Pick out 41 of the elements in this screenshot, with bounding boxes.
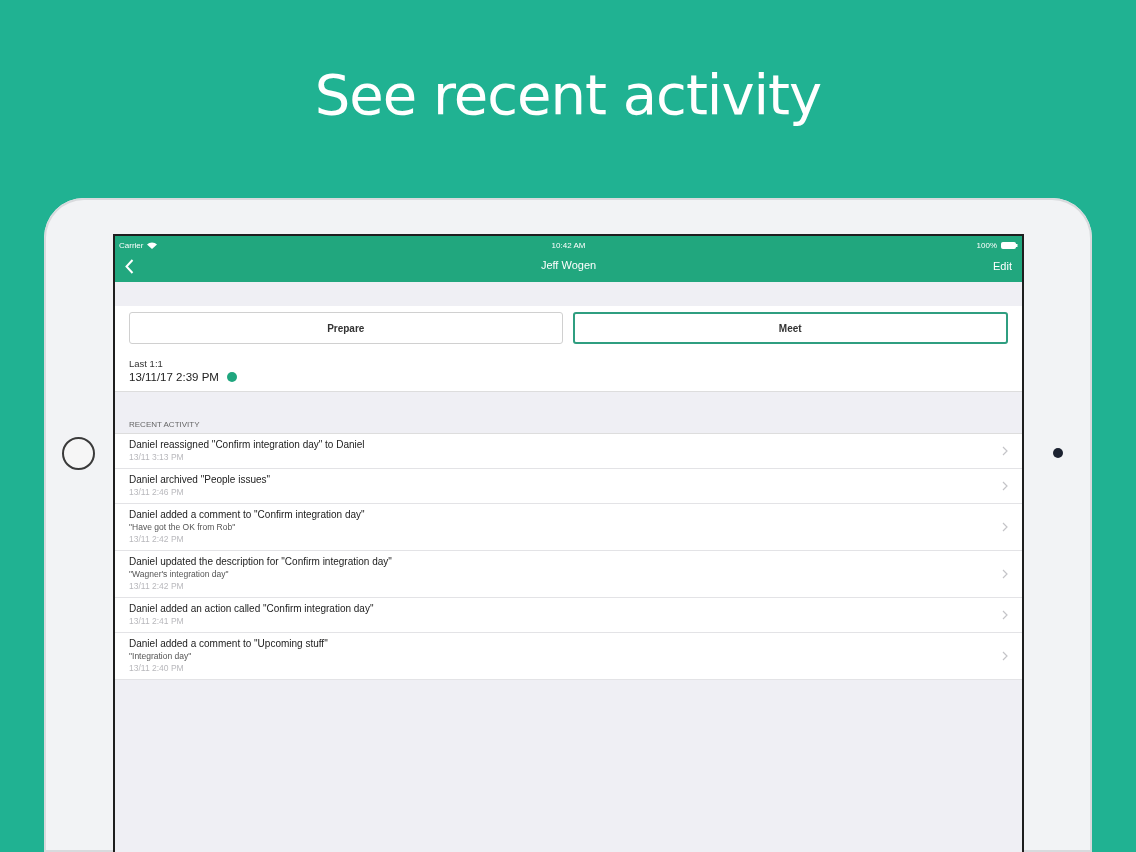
activity-time: 13/11 2:42 PM (129, 534, 185, 544)
battery-percent: 100% (976, 240, 997, 250)
activity-detail: "Wagner's integration day" (129, 569, 230, 579)
segment-tab[interactable]: Prepare (129, 312, 563, 344)
activity-row[interactable]: Daniel updated the description for "Confirm integration day" "Wagner's integration day" 13/11 2:42 PM (115, 551, 1022, 598)
activity-title: Daniel reassigned "Confirm integration day" to Daniel (129, 439, 365, 450)
status-time: 10:42 AM (551, 240, 586, 250)
activity-time: 13/11 3:13 PM (129, 452, 185, 462)
chevron-icon (1002, 609, 1008, 620)
activity-row[interactable]: Daniel added an action called "Confirm integration day" 13/11 2:41 PM (115, 598, 1022, 633)
chevron-icon (1002, 650, 1008, 661)
segment-tab[interactable]: Meet (572, 312, 1008, 344)
section-header: RECENT ACTIVITY (115, 392, 1022, 434)
home-button[interactable] (62, 436, 95, 470)
activity-row[interactable]: Daniel reassigned "Confirm integration day" to Daniel 13/11 3:13 PM (115, 434, 1022, 469)
activity-time: 13/11 2:42 PM (129, 581, 185, 591)
last-meeting-date: 13/11/17 2:39 PM (129, 371, 219, 383)
battery-icon (1001, 241, 1018, 249)
headline: See recent activity (314, 62, 822, 128)
carrier-label: Carrier (119, 240, 144, 250)
back-icon[interactable] (125, 258, 134, 274)
activity-row[interactable]: Daniel added a comment to "Confirm integration day" "Have got the OK from Rob" 13/11 2:42 PM (115, 504, 1022, 551)
activity-time: 13/11 2:41 PM (129, 616, 185, 626)
activity-detail: "Integration day" (129, 651, 193, 661)
activity-title: Daniel added an action called "Confirm integration day" (129, 603, 374, 614)
chevron-icon (1002, 445, 1008, 456)
activity-title: Daniel archived "People issues" (129, 474, 271, 485)
chevron-icon (1002, 521, 1008, 532)
activity-time: 13/11 2:40 PM (129, 663, 185, 673)
activity-row[interactable]: Daniel archived "People issues" 13/11 2:46 PM (115, 469, 1022, 504)
camera-icon (1053, 448, 1063, 458)
activity-time: 13/11 2:46 PM (129, 487, 185, 497)
activity-title: Daniel updated the description for "Confirm integration day" (129, 556, 392, 567)
nav-title: Jeff Wogen (540, 259, 597, 271)
activity-title: Daniel added a comment to "Confirm integration day" (129, 509, 365, 520)
chevron-icon (1002, 480, 1008, 491)
activity-title: Daniel added a comment to "Upcoming stuff" (129, 638, 328, 649)
wifi-icon (147, 241, 158, 249)
chevron-icon (1002, 568, 1008, 579)
activity-detail: "Have got the OK from Rob" (129, 522, 237, 532)
last-meeting-label: Last 1:1 (129, 358, 164, 369)
